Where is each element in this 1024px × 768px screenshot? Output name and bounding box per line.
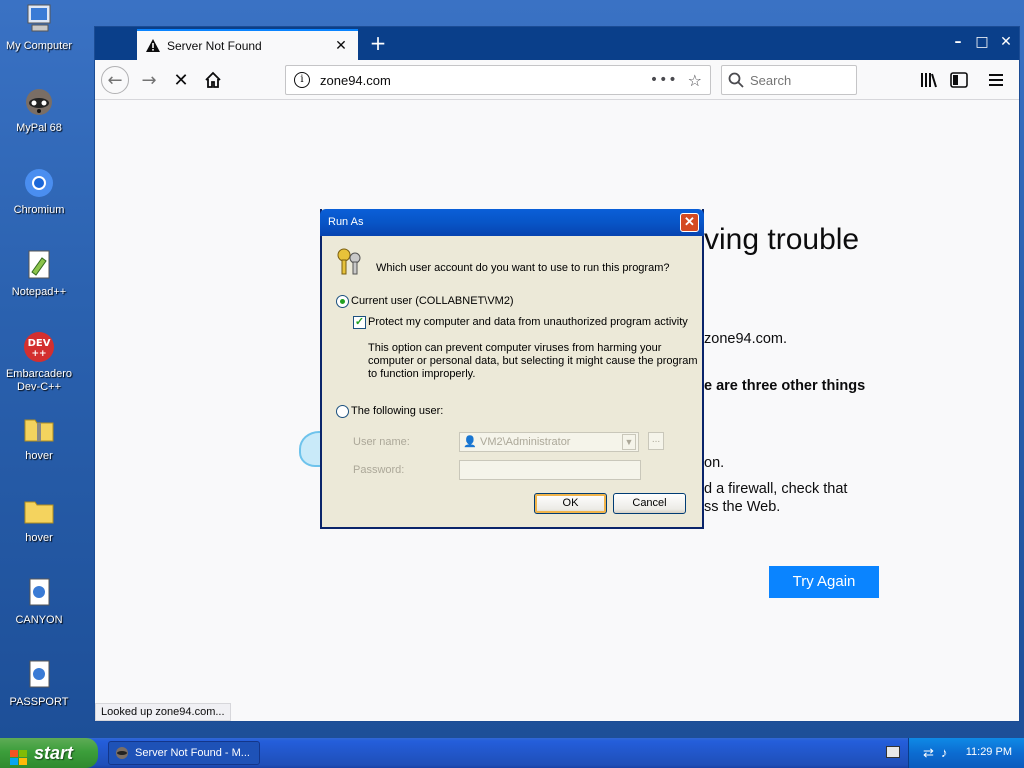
site-info-icon[interactable]: i [294,72,310,88]
audio-file-icon [22,576,56,610]
desktop-icon-hover-zip[interactable]: hover [0,412,78,463]
svg-text:DEV: DEV [28,338,51,349]
tab-bar: Server Not Found ✕ + – □ ✕ [95,27,1019,60]
devcpp-icon: DEV ++ [22,330,56,364]
back-button[interactable]: ← [101,66,129,94]
status-bar: Looked up zone94.com... [95,703,231,721]
raccoon-browser-icon [22,84,56,118]
desktop-icon-notepad-plus[interactable]: Notepad++ [0,248,78,299]
following-user-radio[interactable] [336,405,349,418]
protect-description: This option can prevent computer viruses… [368,342,698,380]
zip-folder-icon [22,412,56,446]
protect-checkbox[interactable]: ✓ [353,316,366,329]
search-bar[interactable] [721,65,857,95]
start-label: start [34,743,74,763]
error-text-line4: d a firewall, check that [704,481,848,497]
forward-button[interactable]: → [135,66,163,94]
username-dropdown[interactable]: VM2\Administrator 👤 ▼ [459,432,639,452]
try-again-button[interactable]: Try Again [769,566,879,598]
following-user-label[interactable]: The following user: [351,405,443,417]
clock: 11:29 PM [965,746,1012,758]
close-window-button[interactable]: ✕ [995,31,1017,53]
error-text-line2: e are three other things [704,378,866,394]
notepad-plus-icon [22,248,56,282]
menu-button[interactable] [983,66,1011,94]
user-icon: 👤 [463,436,477,448]
raccoon-browser-icon [115,746,129,760]
system-tray: ⇄ ♪ 11:29 PM [908,738,1024,768]
hamburger-icon [989,74,1003,86]
desktop-icon-mypal[interactable]: MyPal 68 [0,84,78,135]
audio-file-icon [22,658,56,692]
current-user-label[interactable]: Current user (COLLABNET\VM2) [351,295,514,307]
desktop-icon-chromium[interactable]: Chromium [0,166,78,217]
keyboard-icon[interactable] [886,746,900,758]
tab-title: Server Not Found [167,38,262,53]
url-bar[interactable]: i zone94.com ••• ☆ [285,65,711,95]
chevron-down-icon[interactable]: ▼ [622,434,636,450]
desktop: My Computer MyPal 68 Chromium Notepad++ … [0,0,1024,738]
password-label: Password: [353,464,405,476]
keys-icon [334,246,366,278]
error-text-line5: ss the Web. [704,499,781,515]
desktop-icon-hover-folder[interactable]: hover [0,494,78,545]
folder-icon [22,494,56,528]
browse-users-button[interactable]: ... [648,432,664,450]
home-icon [205,71,221,88]
tab-server-not-found[interactable]: Server Not Found ✕ [137,29,358,60]
desktop-icon-passport[interactable]: PASSPORT [0,658,78,709]
dialog-question: Which user account do you want to use to… [376,262,670,274]
taskbar: start Server Not Found - M... ⇄ ♪ 11:29 … [0,738,1024,768]
error-title: ving trouble [704,223,860,256]
warning-icon [145,38,161,54]
desktop-icon-my-computer[interactable]: My Computer [0,2,78,53]
protect-label[interactable]: Protect my computer and data from unauth… [368,316,688,328]
cancel-button[interactable]: Cancel [613,493,686,514]
dialog-titlebar[interactable]: Run As ✕ [320,209,704,236]
tab-close-icon[interactable]: ✕ [332,38,350,54]
error-text-line3: on. [704,455,725,471]
bookmark-star-icon[interactable]: ☆ [688,71,702,90]
computer-icon [22,2,56,36]
current-user-radio[interactable] [336,295,349,308]
dialog-close-button[interactable]: ✕ [680,213,699,232]
nav-bar: ← → ✕ i zone94.com ••• ☆ [95,60,1019,100]
search-input[interactable] [750,72,840,88]
error-text-line1: zone94.com. [704,331,788,347]
windows-flag-icon [10,745,28,765]
desktop-icon-canyon[interactable]: CANYON [0,576,78,627]
svg-text:++: ++ [31,349,46,359]
url-text[interactable]: zone94.com [320,73,650,88]
password-field[interactable] [459,460,641,480]
run-as-dialog: Run As ✕ Which user account do you want … [320,209,704,529]
dialog-title: Run As [328,216,364,228]
sidebar-button[interactable] [945,66,973,94]
library-icon [921,73,937,88]
desktop-icon-devcpp[interactable]: DEV ++ Embarcadero Dev-C++ [0,330,78,394]
chromium-icon [22,166,56,200]
username-label: User name: [353,436,410,448]
page-actions-icon[interactable]: ••• [650,72,678,88]
library-button[interactable] [915,66,943,94]
ok-button[interactable]: OK [534,493,607,514]
network-icon[interactable]: ⇄ [923,745,934,761]
taskbar-item-label: Server Not Found - M... [135,747,250,759]
username-value: VM2\Administrator [480,436,571,448]
start-button[interactable]: start [0,738,98,768]
home-button[interactable] [199,66,227,94]
minimize-button[interactable]: – [947,31,969,53]
new-tab-button[interactable]: + [365,31,391,57]
search-icon [728,72,744,88]
maximize-button[interactable]: □ [971,31,993,53]
sidebar-icon [950,72,968,88]
dialog-body: Which user account do you want to use to… [322,236,702,527]
volume-icon[interactable]: ♪ [941,745,948,760]
taskbar-item-browser[interactable]: Server Not Found - M... [108,741,260,765]
stop-button[interactable]: ✕ [167,66,195,94]
